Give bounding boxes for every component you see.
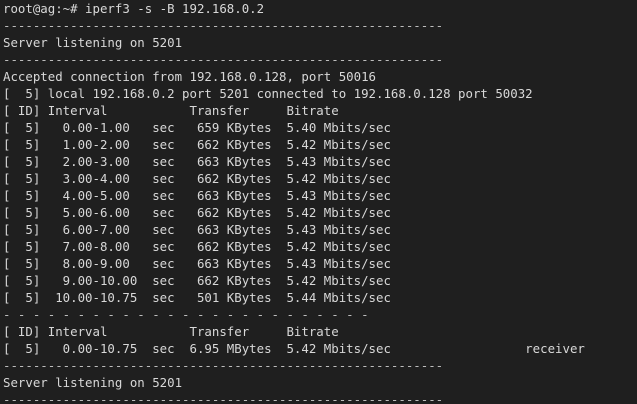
terminal-window[interactable]: root@ag:~# iperf3 -s -B 192.168.0.2 ----… [0,0,637,404]
server-listening-line: Server listening on 5201 [3,375,183,390]
interval-row: [ 5] 0.00-1.00 sec 659 KBytes 5.40 Mbits… [3,120,391,135]
interval-row: [ 5] 6.00-7.00 sec 663 KBytes 5.43 Mbits… [3,222,391,237]
server-listening-line: Server listening on 5201 [3,35,183,50]
table-header-line: [ ID] Interval Transfer Bitrate [3,103,339,118]
command-prompt-line: root@ag:~# iperf3 -s -B 192.168.0.2 [3,1,265,16]
interval-row: [ 5] 5.00-6.00 sec 662 KBytes 5.42 Mbits… [3,205,391,220]
separator-line: ----------------------------------------… [3,52,444,67]
dashed-separator-line: - - - - - - - - - - - - - - - - - - - - … [3,307,369,322]
separator-line: ----------------------------------------… [3,392,444,404]
summary-receiver-row: [ 5] 0.00-10.75 sec 6.95 MBytes 5.42 Mbi… [3,341,585,356]
interval-row: [ 5] 9.00-10.00 sec 662 KBytes 5.42 Mbit… [3,273,391,288]
interval-row: [ 5] 4.00-5.00 sec 663 KBytes 5.43 Mbits… [3,188,391,203]
interval-row: [ 5] 2.00-3.00 sec 663 KBytes 5.43 Mbits… [3,154,391,169]
separator-line: ----------------------------------------… [3,18,444,33]
summary-header-line: [ ID] Interval Transfer Bitrate [3,324,339,339]
interval-row: [ 5] 7.00-8.00 sec 662 KBytes 5.42 Mbits… [3,239,391,254]
interval-row: [ 5] 1.00-2.00 sec 662 KBytes 5.42 Mbits… [3,137,391,152]
interval-row: [ 5] 8.00-9.00 sec 663 KBytes 5.43 Mbits… [3,256,391,271]
interval-row: [ 5] 10.00-10.75 sec 501 KBytes 5.44 Mbi… [3,290,391,305]
accepted-connection-line: Accepted connection from 192.168.0.128, … [3,69,376,84]
interval-row: [ 5] 3.00-4.00 sec 662 KBytes 5.42 Mbits… [3,171,391,186]
local-connection-line: [ 5] local 192.168.0.2 port 5201 connect… [3,86,533,101]
separator-line: ----------------------------------------… [3,358,444,373]
